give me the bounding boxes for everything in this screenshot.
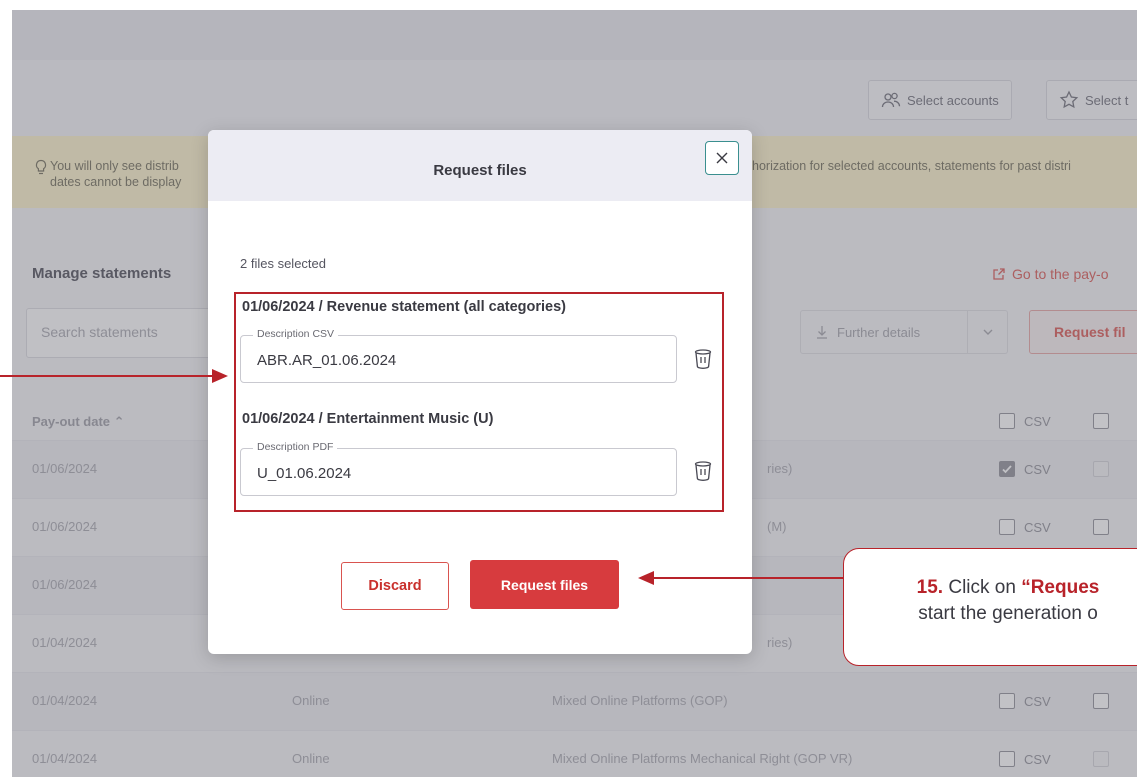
- callout-text: 15. Click on “Reques start the generatio…: [858, 575, 1137, 627]
- dialog-title: Request files: [433, 162, 527, 179]
- request-files-button[interactable]: Request files: [470, 560, 619, 609]
- dialog-header: Request files: [208, 130, 752, 201]
- file-title-1: 01/06/2024 / Revenue statement (all cate…: [242, 299, 566, 315]
- description-csv-input[interactable]: [257, 352, 657, 369]
- description-pdf-label: Description PDF: [253, 441, 338, 453]
- close-button[interactable]: [705, 141, 739, 175]
- close-icon: [716, 152, 728, 164]
- description-csv-field[interactable]: Description CSV: [240, 328, 677, 383]
- callout-line1-highlight: “Reques: [1021, 577, 1100, 598]
- description-pdf-field[interactable]: Description PDF: [240, 441, 677, 496]
- selected-count: 2 files selected: [240, 256, 326, 271]
- trash-icon[interactable]: [693, 348, 713, 370]
- callout-step-number: 15.: [916, 577, 944, 598]
- request-files-dialog: Request files 2 files selected 01/06/202…: [208, 130, 752, 654]
- description-csv-label: Description CSV: [253, 328, 339, 340]
- discard-button[interactable]: Discard: [341, 562, 449, 610]
- callout-line1-prefix: Click on: [948, 577, 1016, 598]
- trash-icon[interactable]: [693, 460, 713, 482]
- description-pdf-input[interactable]: [257, 465, 657, 482]
- instruction-callout: 15. Click on “Reques start the generatio…: [843, 548, 1137, 666]
- file-title-2: 01/06/2024 / Entertainment Music (U): [242, 411, 494, 427]
- callout-line2: start the generation o: [918, 603, 1098, 624]
